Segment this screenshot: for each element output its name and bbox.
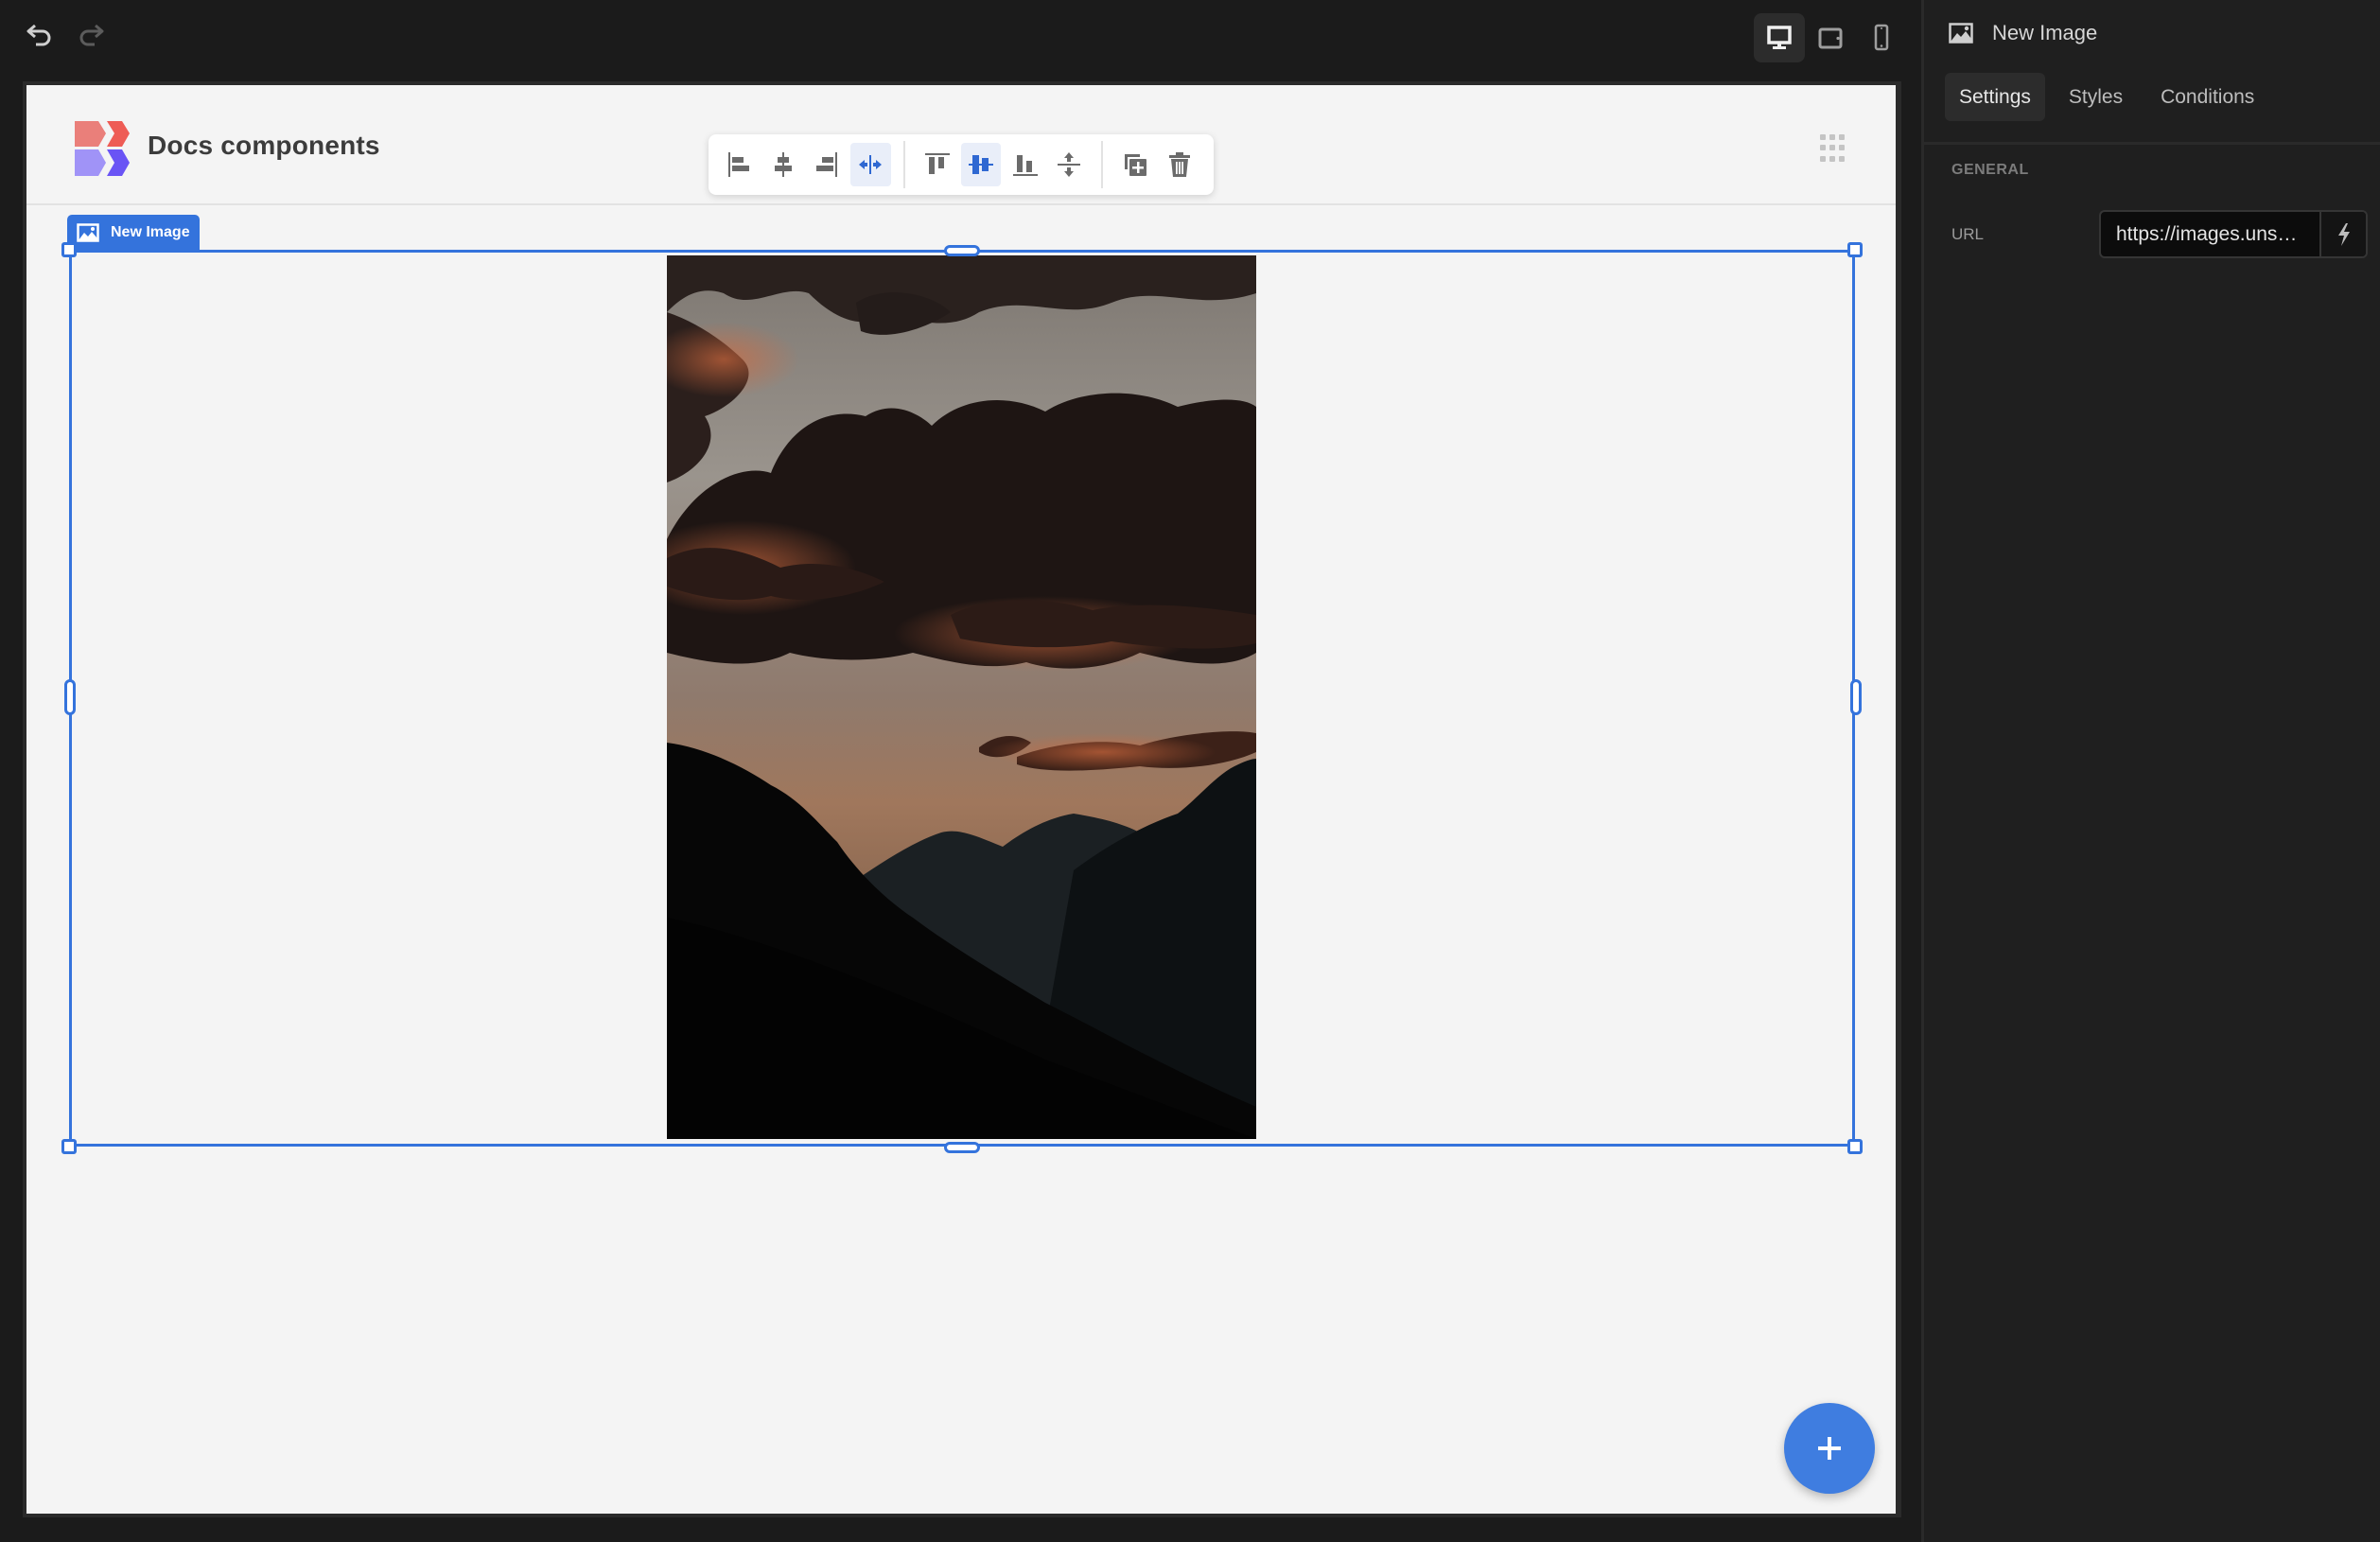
resize-handle-top-right[interactable] [1847,242,1863,257]
image-icon [77,222,99,242]
selected-element-name: New Image [111,223,190,240]
dynamic-value-button[interactable] [2319,212,2366,256]
grid-dots-icon[interactable] [1820,134,1848,163]
align-left-icon [728,152,750,177]
resize-handle-top-left[interactable] [61,242,77,257]
image-icon [1949,23,1973,44]
url-label: URL [1951,225,1985,243]
url-input[interactable] [2101,212,2319,256]
tab-settings[interactable]: Settings [1945,73,2045,121]
mobile-icon [1874,24,1889,51]
stretch-vertical-icon [1058,152,1081,177]
device-desktop-button[interactable] [1754,13,1805,62]
resize-handle-top[interactable] [944,245,980,256]
align-right-button[interactable] [807,143,847,186]
tab-styles[interactable]: Styles [2055,73,2137,121]
undo-icon [26,24,51,46]
align-top-button[interactable] [918,143,957,186]
align-center-vertical-icon [969,155,994,174]
undo-button[interactable] [21,16,59,54]
stretch-vertical-button[interactable] [1049,143,1089,186]
align-center-horizontal-button[interactable] [762,143,802,186]
duplicate-button[interactable] [1115,143,1155,186]
panel-tabs: Settings Styles Conditions [1945,73,2278,121]
section-heading-general: GENERAL [1951,162,2029,178]
align-center-vertical-button[interactable] [961,143,1002,186]
resize-handle-right[interactable] [1850,679,1862,715]
tablet-icon [1818,27,1843,49]
alignment-toolbar [709,134,1214,195]
resize-handle-bottom-left[interactable] [61,1139,77,1154]
toolbar-divider [1101,141,1104,188]
top-toolbar [0,0,1922,83]
align-left-button[interactable] [719,143,759,186]
panel-title: New Image [1992,21,2098,44]
stretch-horizontal-icon [859,155,883,174]
toolbar-divider [902,141,905,188]
desktop-icon [1767,26,1792,49]
url-field [2099,210,2368,258]
site-title: Docs components [148,131,380,160]
align-top-icon [924,153,950,174]
bolt-icon [2337,222,2350,246]
redo-button[interactable] [72,16,110,54]
add-element-button[interactable] [1784,1403,1875,1494]
align-bottom-button[interactable] [1005,143,1044,186]
align-bottom-icon [1012,155,1038,176]
logo-icon [75,121,130,176]
delete-button[interactable] [1160,143,1199,186]
duplicate-icon [1125,154,1147,176]
panel-header: New Image [1949,21,2097,45]
panel-divider [1924,142,2380,145]
align-right-icon [816,152,838,177]
canvas[interactable]: Docs components New Image [26,85,1896,1514]
resize-handle-left[interactable] [64,679,76,715]
selected-element-label[interactable]: New Image [67,215,200,250]
tab-conditions[interactable]: Conditions [2146,73,2268,121]
selection-outline [69,250,1855,1147]
redo-icon [79,24,104,46]
plus-icon [1818,1437,1841,1460]
align-center-horizontal-icon [774,152,792,177]
stretch-horizontal-button[interactable] [850,143,891,186]
resize-handle-bottom[interactable] [944,1142,980,1153]
properties-panel: New Image Settings Styles Conditions GEN… [1921,0,2380,1542]
device-mobile-button[interactable] [1856,13,1907,62]
resize-handle-bottom-right[interactable] [1847,1139,1863,1154]
device-tablet-button[interactable] [1805,13,1856,62]
trash-icon [1168,152,1190,177]
